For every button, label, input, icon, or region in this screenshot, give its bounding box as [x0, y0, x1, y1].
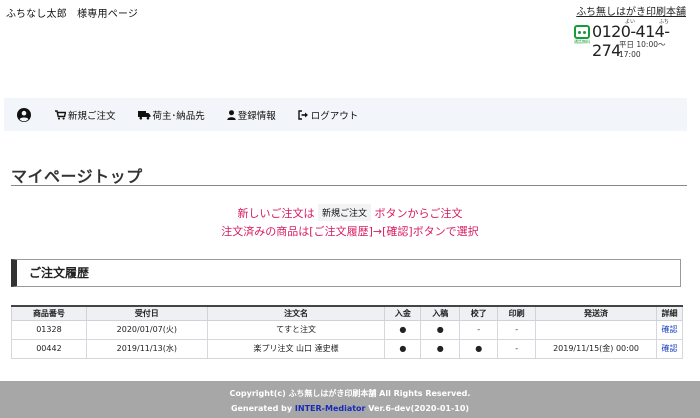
- cart-icon: [55, 109, 66, 120]
- col-header-proof: 校了: [459, 305, 499, 321]
- nav-logout-label: ログアウト: [310, 110, 359, 122]
- sign-out-icon: [298, 109, 308, 120]
- notice-history: 注文済みの商品は[ご注文履歴]→[確認]ボタンで選択: [221, 225, 479, 238]
- col-header-shipped: 発送済: [535, 305, 657, 321]
- footer-version: Ver.6-dev(2020-01-10): [368, 404, 470, 413]
- page-title: マイページトップ: [11, 167, 143, 186]
- footer-generated-prefix: Generated by: [230, 404, 293, 413]
- truck-icon: [137, 110, 151, 119]
- notice-text-before: 新しいご注文は: [237, 207, 315, 220]
- nav-new-order-label: 新規ご注文: [68, 110, 116, 122]
- cell-proof: -: [459, 319, 499, 340]
- footer-copyright: Copyright(c) ふち無しはがき印刷本舗 All Rights Rese…: [229, 389, 471, 398]
- cell-shipped: 2019/11/15(金) 00:00: [535, 338, 657, 359]
- cell-received-date: 2019/11/13(水): [85, 338, 208, 359]
- col-header-printing: 印刷: [497, 305, 537, 321]
- nav-registration-label: 登録情報: [237, 110, 276, 122]
- table-row: 01328 2020/01/07(火) てすと注文 ● ● - - 確認: [11, 319, 684, 340]
- inter-mediator-link[interactable]: INTER-Mediator: [295, 404, 366, 413]
- confirm-link[interactable]: 確認: [661, 325, 677, 334]
- col-header-received-date: 受付日: [85, 305, 208, 321]
- confirm-link[interactable]: 確認: [661, 344, 677, 353]
- cell-payment: ●: [384, 319, 422, 340]
- cell-submission: ●: [420, 338, 461, 359]
- notice-new-order-button[interactable]: 新規ご注文: [317, 204, 371, 221]
- order-history-heading: ご注文履歴: [11, 259, 681, 287]
- user-greeting: ふちなし太郎 様専用ページ: [6, 9, 139, 20]
- footer-generated: Generated by INTER-Mediator Ver.6-dev(20…: [0, 404, 700, 413]
- nav-new-order[interactable]: 新規ご注文: [44, 98, 127, 131]
- table-header-row: 商品番号 受付日 注文名 入金 入稿 校了 印刷 発送済 詳細: [11, 305, 684, 321]
- nav-logout[interactable]: ログアウト: [287, 98, 370, 131]
- title-divider: [11, 185, 687, 186]
- main-navbar: 新規ご注文 荷主･納品先 登録情報 ログアウト: [4, 98, 687, 131]
- free-dial-label: 通話無料: [574, 39, 590, 44]
- cell-shipped: [535, 319, 657, 340]
- cell-item-number: 00442: [11, 338, 87, 359]
- brand-link[interactable]: ふち無しはがき印刷本舗: [576, 3, 686, 18]
- cell-item-number: 01328: [11, 319, 87, 340]
- account-home-button[interactable]: [4, 98, 44, 131]
- cell-printing: -: [497, 338, 537, 359]
- col-header-item-number: 商品番号: [11, 305, 87, 321]
- notice-text-after: ボタンからご注文: [374, 207, 463, 220]
- cell-submission: ●: [420, 319, 461, 340]
- footer: Copyright(c) ふち無しはがき印刷本舗 All Rights Rese…: [0, 381, 700, 418]
- phone-contact: 通話無料 よい ふち 0120-414-274 平日 10:00～17:00: [574, 18, 686, 60]
- user-icon: [227, 109, 236, 120]
- col-header-order-name: 注文名: [206, 305, 386, 321]
- order-history-table: 商品番号 受付日 注文名 入金 入稿 校了 印刷 発送済 詳細 01328 20…: [11, 305, 684, 359]
- col-header-submission: 入稿: [420, 305, 461, 321]
- cell-order-name: 楽プリ注文 山口 達史様: [206, 338, 386, 359]
- notice-new-order: 新しいご注文は 新規ご注文 ボタンからご注文: [0, 204, 700, 221]
- col-header-payment: 入金: [384, 305, 422, 321]
- cell-received-date: 2020/01/07(火): [85, 319, 208, 340]
- cell-printing: -: [497, 319, 537, 340]
- cell-details: 確認: [655, 338, 684, 359]
- business-hours: 平日 10:00～17:00: [619, 40, 666, 59]
- cell-proof: ●: [459, 338, 499, 359]
- table-row: 00442 2019/11/13(水) 楽プリ注文 山口 達史様 ● ● ● -…: [11, 338, 684, 359]
- cell-details: 確認: [655, 319, 684, 340]
- nav-shipper-destination-label: 荷主･納品先: [152, 110, 205, 122]
- cell-payment: ●: [384, 338, 422, 359]
- user-circle-icon: [17, 107, 31, 122]
- cell-order-name: てすと注文: [206, 319, 386, 340]
- nav-registration[interactable]: 登録情報: [216, 98, 287, 131]
- nav-shipper-destination[interactable]: 荷主･納品先: [127, 98, 216, 131]
- col-header-details: 詳細: [655, 305, 684, 321]
- free-dial-icon: [574, 25, 590, 39]
